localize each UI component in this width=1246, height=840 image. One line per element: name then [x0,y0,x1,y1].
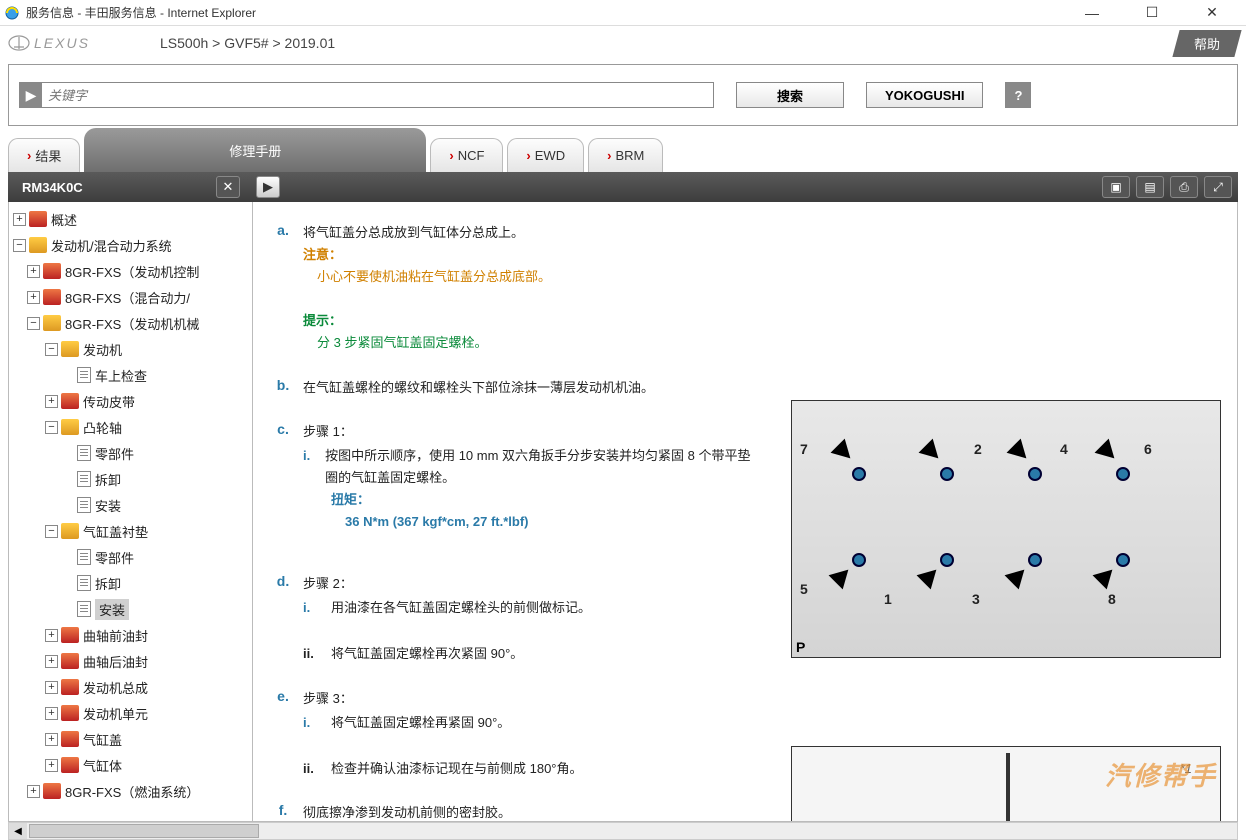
tree-item[interactable]: −8GR-FXS（发动机机械 [13,310,252,336]
book-open-icon [29,237,47,253]
doc-icon [77,549,91,565]
tab-results[interactable]: ›结果 [8,138,80,172]
tree-item[interactable]: 拆卸 [13,466,252,492]
tree-item[interactable]: +气缸体 [13,752,252,778]
tree-item[interactable]: 零部件 [13,440,252,466]
step-a: a. 将气缸盖分总成放到气缸体分总成上。 注意： 小心不要使机油粘在气缸盖分总成… [263,222,1221,355]
help-button[interactable]: 帮助 [1172,30,1241,57]
tree-item[interactable]: +曲轴后油封 [13,648,252,674]
help-icon[interactable]: ? [1005,82,1031,108]
tab-brm[interactable]: ›BRM [588,138,663,172]
search-button[interactable]: 搜索 [736,82,844,108]
document-toolbar: RM34K0C ✕ ▶ ▣ ▤ ⎙ ⤢ [8,172,1238,202]
tab-row: ›结果 修理手册 ›NCF ›EWD ›BRM [8,132,1238,172]
doc-code: RM34K0C [8,180,208,195]
search-input[interactable] [42,88,713,103]
yokogushi-button[interactable]: YOKOGUSHI [866,82,983,108]
doc-icon [77,497,91,513]
tree-item-selected[interactable]: 安装 [13,596,252,622]
tree-item[interactable]: +气缸盖 [13,726,252,752]
book-icon [61,627,79,643]
tree-item[interactable]: +8GR-FXS（发动机控制 [13,258,252,284]
tree-item[interactable]: +传动皮带 [13,388,252,414]
tree-item[interactable]: −发动机/混合动力系统 [13,232,252,258]
horizontal-scrollbar[interactable]: ◀ [8,822,1238,840]
tab-ncf[interactable]: ›NCF [430,138,503,172]
scroll-left-icon[interactable]: ◀ [9,823,27,839]
tree-item[interactable]: −凸轮轴 [13,414,252,440]
close-doc-button[interactable]: ✕ [216,176,240,198]
doc-icon [77,367,91,383]
nav-tree: +概述 −发动机/混合动力系统 +8GR-FXS（发动机控制 +8GR-FXS（… [9,202,253,821]
doc-icon [77,575,91,591]
tab-manual[interactable]: 修理手册 [84,128,426,172]
tree-item[interactable]: +概述 [13,206,252,232]
print-icon[interactable]: ⎙ [1170,176,1198,198]
window-title: 服务信息 - 丰田服务信息 - Internet Explorer [26,4,1074,21]
window-controls: — ☐ ✕ [1074,1,1242,25]
window-titlebar: 服务信息 - 丰田服务信息 - Internet Explorer — ☐ ✕ [0,0,1246,26]
layout-split-icon[interactable]: ▤ [1136,176,1164,198]
forward-button[interactable]: ▶ [256,176,280,198]
book-open-icon [61,523,79,539]
search-arrow-icon[interactable]: ▶ [20,83,42,107]
doc-icon [77,445,91,461]
book-icon [43,263,61,279]
torque-sequence-diagram: P 7 5 1 3 2 4 6 8 [791,400,1221,658]
layout-full-icon[interactable]: ▣ [1102,176,1130,198]
doc-icon [77,471,91,487]
search-bar: ▶ 搜索 YOKOGUSHI ? [8,64,1238,126]
book-icon [43,289,61,305]
maximize-button[interactable]: ☐ [1134,1,1170,25]
tree-item[interactable]: +8GR-FXS（燃油系统） [13,778,252,804]
doc-icon [77,601,91,617]
book-open-icon [43,315,61,331]
book-icon [61,653,79,669]
secondary-diagram: *1 [791,746,1221,821]
tree-item[interactable]: 拆卸 [13,570,252,596]
book-icon [29,211,47,227]
scroll-thumb[interactable] [29,824,259,838]
book-icon [61,705,79,721]
minimize-button[interactable]: — [1074,1,1110,25]
close-button[interactable]: ✕ [1194,1,1230,25]
brand-logo: LEXUS [8,35,148,51]
search-box: ▶ [19,82,714,108]
main-area: +概述 −发动机/混合动力系统 +8GR-FXS（发动机控制 +8GR-FXS（… [8,202,1238,822]
breadcrumb: LS500h > GVF5# > 2019.01 [160,35,1176,51]
step-b: b. 在气缸盖螺栓的螺纹和螺栓头下部位涂抹一薄层发动机机油。 [263,377,1221,399]
tree-item[interactable]: 安装 [13,492,252,518]
book-icon [61,679,79,695]
tree-item[interactable]: +发动机单元 [13,700,252,726]
ie-icon [4,5,20,21]
tree-item[interactable]: 零部件 [13,544,252,570]
book-icon [61,757,79,773]
book-icon [61,731,79,747]
book-icon [43,783,61,799]
content-pane: a. 将气缸盖分总成放到气缸体分总成上。 注意： 小心不要使机油粘在气缸盖分总成… [253,202,1237,821]
tab-ewd[interactable]: ›EWD [507,138,584,172]
book-open-icon [61,419,79,435]
tree-item[interactable]: −发动机 [13,336,252,362]
tree-item[interactable]: +8GR-FXS（混合动力/ [13,284,252,310]
tree-item[interactable]: +发动机总成 [13,674,252,700]
app-header: LEXUS LS500h > GVF5# > 2019.01 帮助 [0,26,1246,60]
book-icon [61,393,79,409]
expand-icon[interactable]: ⤢ [1204,176,1232,198]
book-open-icon [61,341,79,357]
tree-item[interactable]: −气缸盖衬垫 [13,518,252,544]
tree-item[interactable]: 车上检查 [13,362,252,388]
tree-item[interactable]: +曲轴前油封 [13,622,252,648]
